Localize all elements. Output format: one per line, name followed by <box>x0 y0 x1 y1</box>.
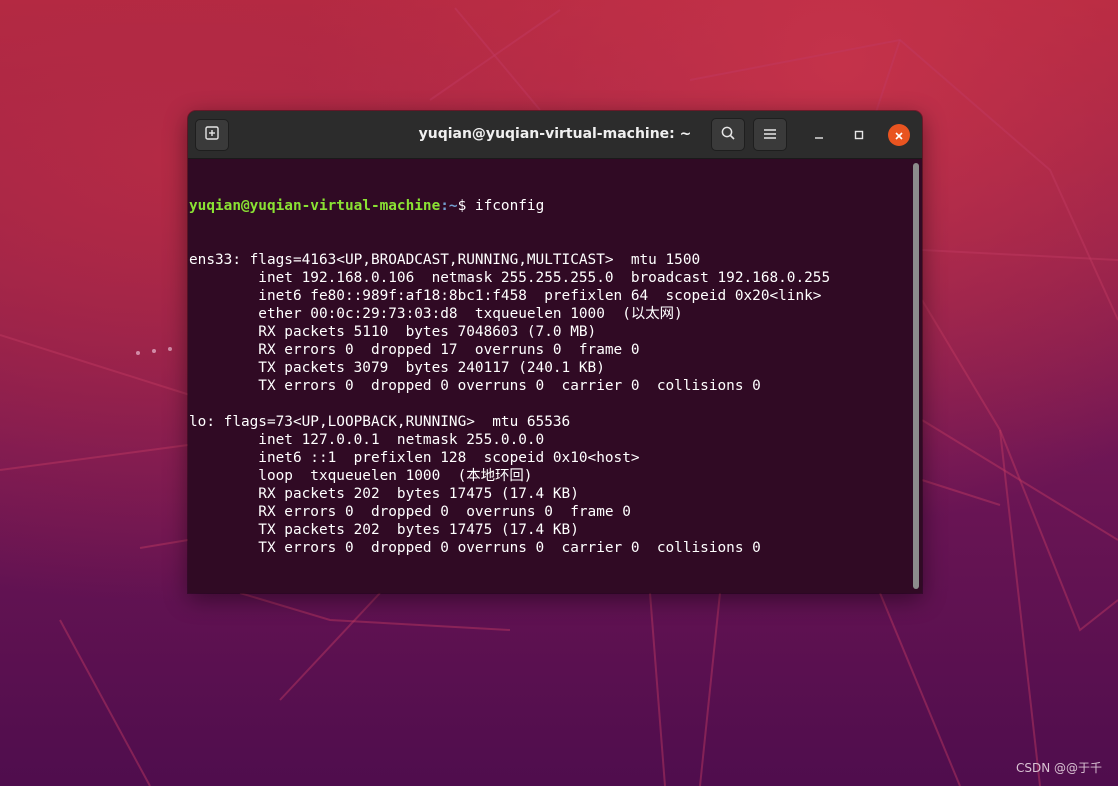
output-line: inet6 ::1 prefixlen 128 scopeid 0x10<hos… <box>189 450 640 466</box>
command-line: yuqian@yuqian-virtual-machine:~$ ifconfi… <box>189 197 830 215</box>
output-line: TX errors 0 dropped 0 overruns 0 carrier… <box>189 540 761 556</box>
close-button[interactable] <box>888 124 910 146</box>
terminal-output-area[interactable]: yuqian@yuqian-virtual-machine:~$ ifconfi… <box>188 159 922 593</box>
command-output: ens33: flags=4163<UP,BROADCAST,RUNNING,M… <box>189 251 830 575</box>
search-button[interactable] <box>711 118 745 151</box>
maximize-icon <box>853 126 865 145</box>
new-tab-button[interactable] <box>195 119 229 151</box>
output-line: ether 00:0c:29:73:03:d8 txqueuelen 1000 … <box>189 306 683 322</box>
minimize-button[interactable] <box>808 124 830 146</box>
menu-button[interactable] <box>753 118 787 151</box>
new-tab-icon <box>204 125 220 145</box>
output-line: inet 127.0.0.1 netmask 255.0.0.0 <box>189 432 545 448</box>
output-line: RX errors 0 dropped 0 overruns 0 frame 0 <box>189 504 631 520</box>
output-line: RX packets 5110 bytes 7048603 (7.0 MB) <box>189 324 597 340</box>
output-line: ens33: flags=4163<UP,BROADCAST,RUNNING,M… <box>189 252 701 268</box>
output-line: RX packets 202 bytes 17475 (17.4 KB) <box>189 486 579 502</box>
prompt-symbol: $ <box>457 198 475 214</box>
window-title: yuqian@yuqian-virtual-machine: ~ <box>418 126 692 142</box>
output-line: loop txqueuelen 1000 (本地环回) <box>189 468 533 484</box>
terminal-window: yuqian@yuqian-virtual-machine: ~ yuqian@… <box>188 111 922 593</box>
output-line: TX packets 202 bytes 17475 (17.4 KB) <box>189 522 579 538</box>
output-line: TX errors 0 dropped 0 overruns 0 carrier… <box>189 378 761 394</box>
prompt-path: :~ <box>440 198 458 214</box>
output-line: RX errors 0 dropped 17 overruns 0 frame … <box>189 342 640 358</box>
hamburger-menu-icon <box>763 125 777 144</box>
command-text: ifconfig <box>474 198 545 214</box>
output-line: lo: flags=73<UP,LOOPBACK,RUNNING> mtu 65… <box>189 414 571 430</box>
close-icon <box>894 126 904 145</box>
output-line: inet6 fe80::989f:af18:8bc1:f458 prefixle… <box>189 288 822 304</box>
scrollbar[interactable] <box>913 163 919 589</box>
watermark: CSDN @@于千 <box>1015 761 1102 775</box>
minimize-icon <box>813 126 825 145</box>
search-icon <box>720 125 736 145</box>
terminal-text: yuqian@yuqian-virtual-machine:~$ ifconfi… <box>189 161 830 593</box>
titlebar[interactable]: yuqian@yuqian-virtual-machine: ~ <box>188 111 922 159</box>
output-line: inet 192.168.0.106 netmask 255.255.255.0… <box>189 270 831 286</box>
output-line: TX packets 3079 bytes 240117 (240.1 KB) <box>189 360 605 376</box>
prompt-user: yuqian@yuqian-virtual-machine <box>189 198 441 214</box>
maximize-button[interactable] <box>848 124 870 146</box>
